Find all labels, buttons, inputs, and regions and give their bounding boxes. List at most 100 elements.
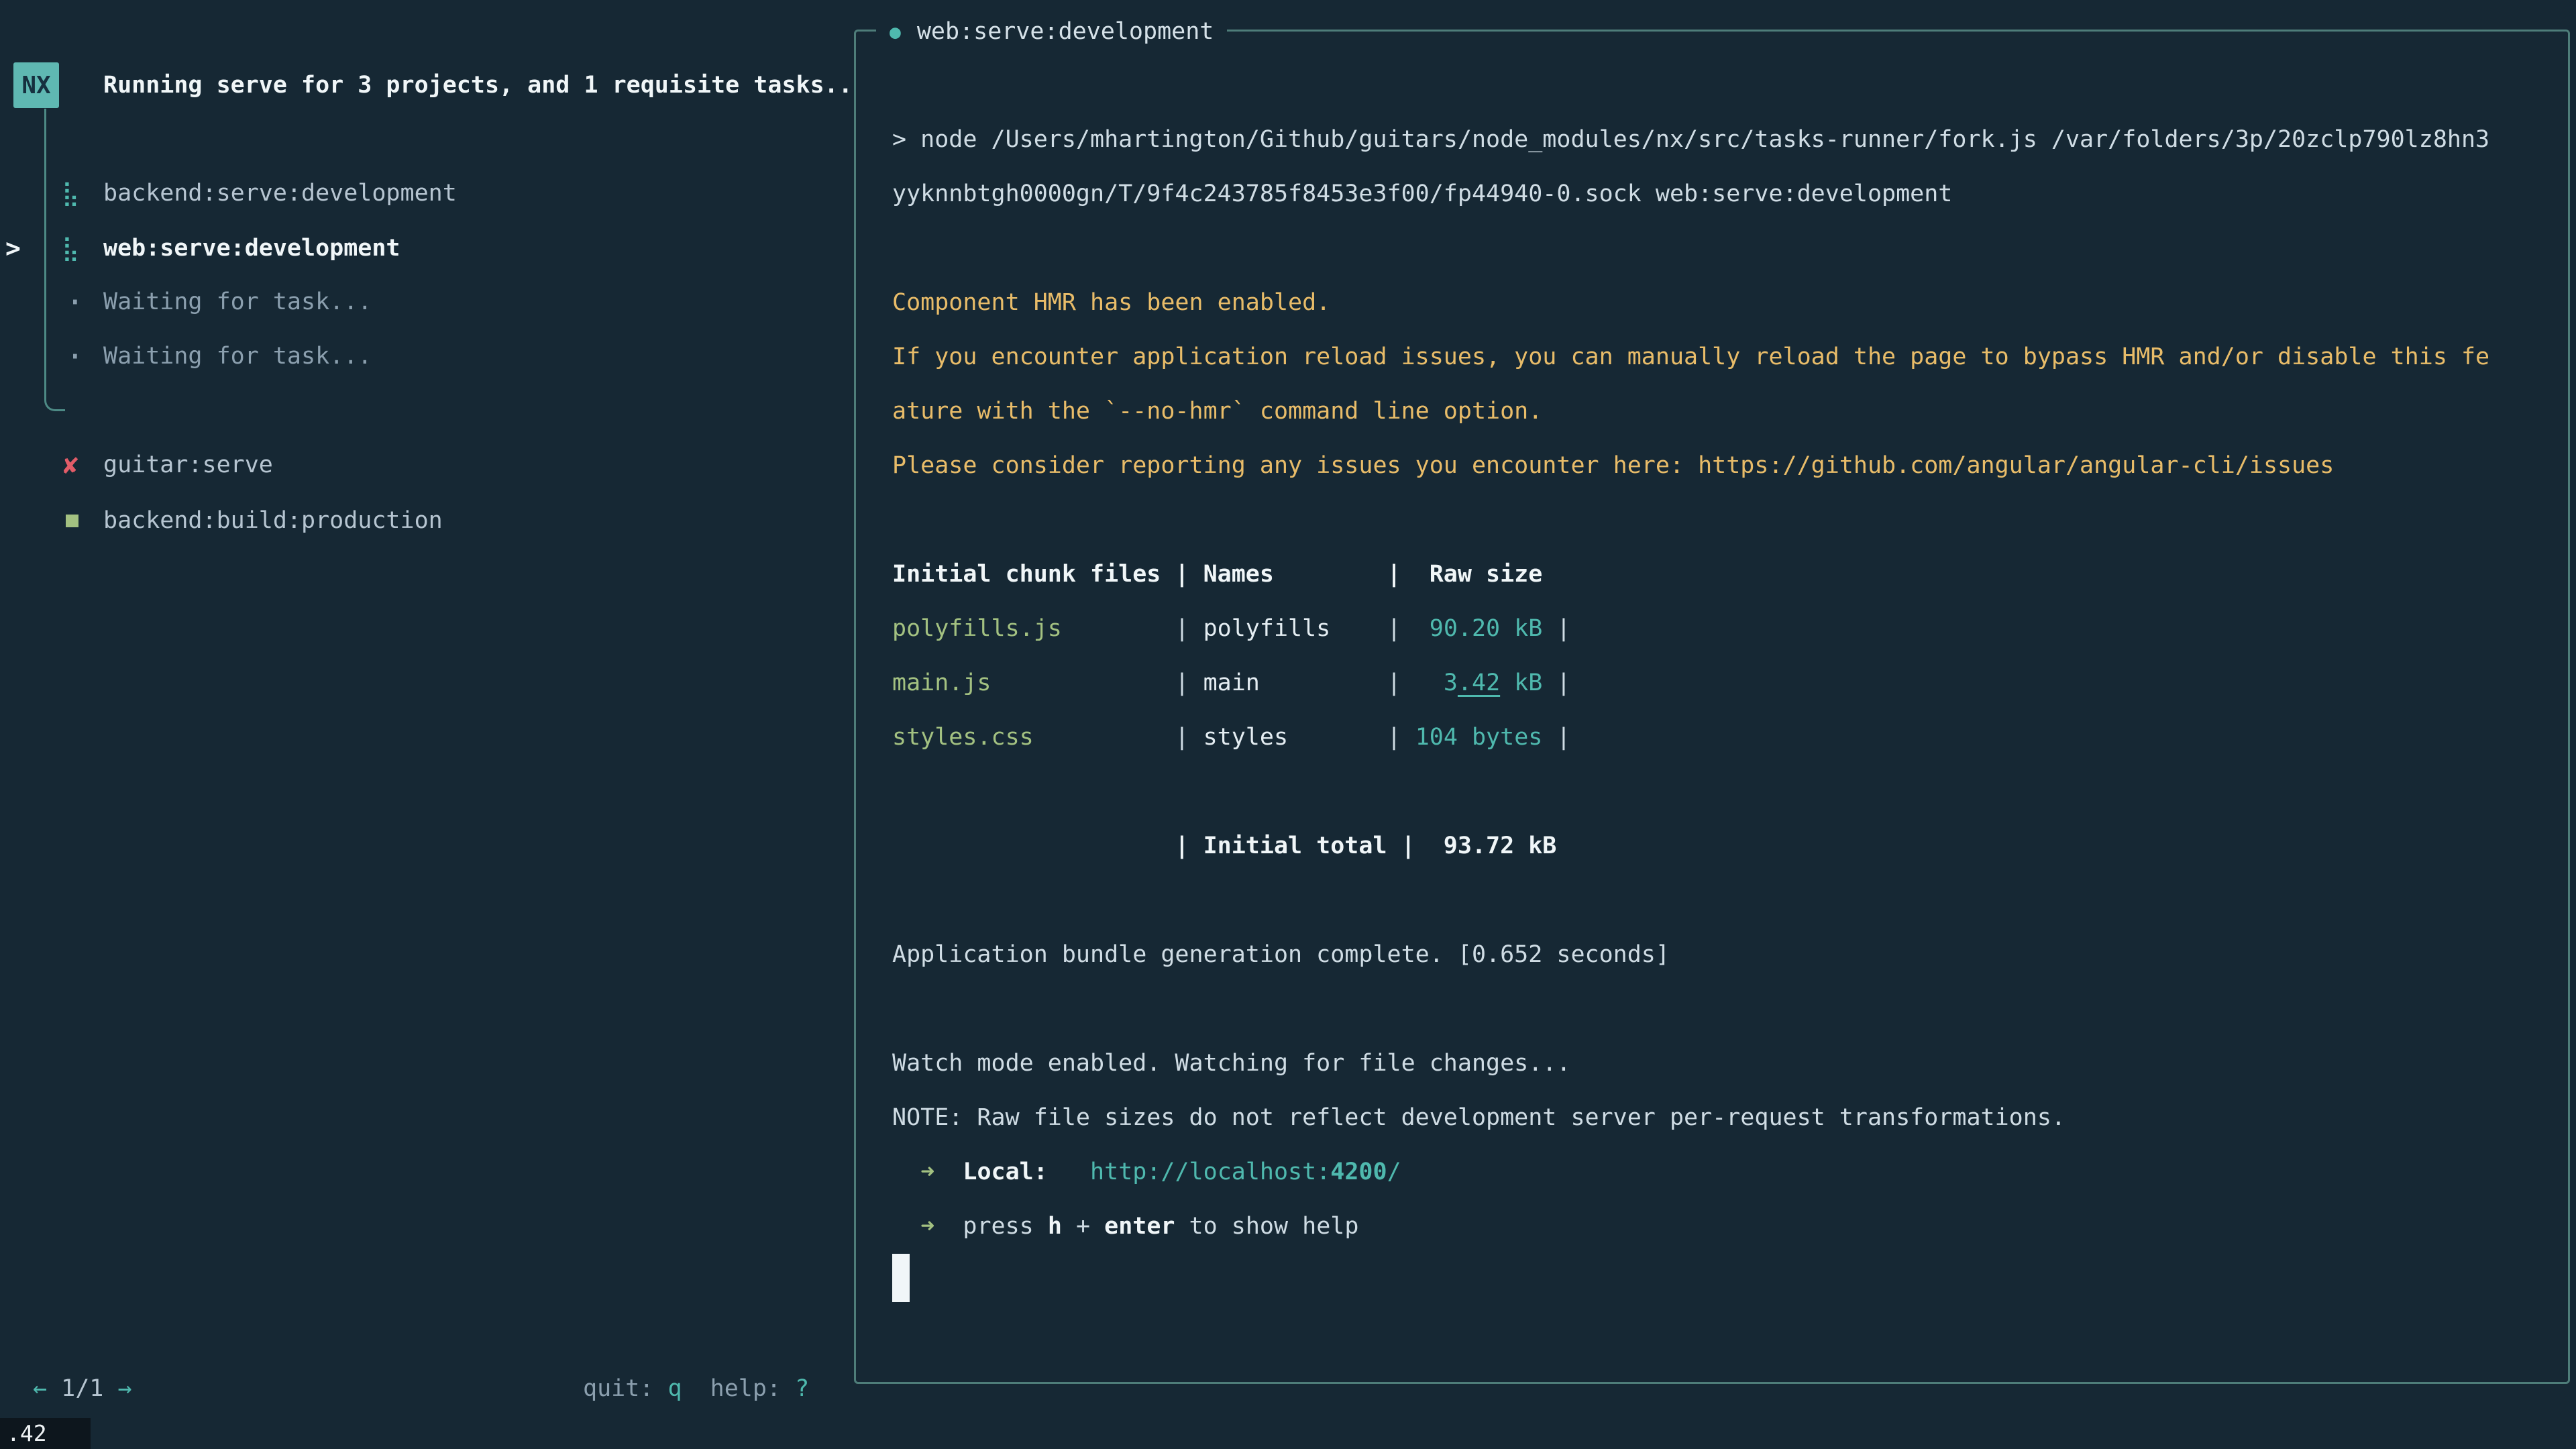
terminal-text-segment: 104 bytes [1415, 724, 1543, 751]
terminal-text-segment: If you encounter application reload issu… [892, 343, 2489, 370]
terminal-text-segment: to show help [1175, 1213, 1358, 1240]
terminal-panel: ● web:serve:development > node /Users/mh… [854, 30, 2570, 1384]
spinner-icon: ⣧ [62, 166, 94, 221]
terminal-text-segment: press [963, 1213, 1047, 1240]
task-row-web-serve-development[interactable]: ⣧web:serve:development [0, 221, 818, 276]
terminal-text-segment [1288, 724, 1387, 751]
terminal-text-segment: polyfills [1203, 615, 1331, 642]
terminal-text-segment: yyknnbtgh0000gn/T/9f4c243785f8453e3f00/f… [892, 180, 1952, 207]
help-key: ? [795, 1375, 809, 1402]
terminal-line: ➜ Local: http://localhost:4200/ [892, 1145, 2563, 1199]
terminal-text-segment: | [1387, 724, 1415, 751]
success-square-icon [66, 515, 78, 527]
status-dot-icon: ● [890, 21, 901, 43]
terminal-text-segment: .42 [1458, 669, 1500, 696]
sidebar-header-title: Running serve for 3 projects, and 1 requ… [103, 62, 853, 108]
terminal-line: ature with the `--no-hmr` command line o… [892, 384, 2563, 439]
help-bar: quit: q help: ? [583, 1362, 809, 1416]
terminal-text-segment [892, 1213, 920, 1240]
nx-tui-screen: NX Running serve for 3 projects, and 1 r… [0, 0, 2576, 1449]
task-row-waiting-for-task[interactable]: ·Waiting for task... [0, 329, 818, 384]
terminal-text-segment [934, 1159, 963, 1185]
terminal-line [892, 982, 2563, 1036]
terminal-text-segment: | [1387, 615, 1430, 642]
terminal-text-segment [1048, 1159, 1090, 1185]
terminal-line: Application bundle generation complete. … [892, 928, 2563, 982]
terminal-line [892, 221, 2563, 276]
pager: ← 1/1 → [33, 1362, 132, 1416]
terminal-text-segment: kB [1500, 669, 1542, 696]
terminal-text-segment [934, 1213, 963, 1240]
arrow-icon: ➜ [920, 1213, 934, 1240]
terminal-text-segment: > node /Users/mhartington/Github/guitars… [892, 126, 2489, 153]
terminal-text-segment: | [1034, 724, 1203, 751]
panel-title: ● web:serve:development [876, 13, 1227, 50]
local-url-slash[interactable]: / [1387, 1159, 1401, 1185]
task-row-backend-build-production[interactable]: backend:build:production [0, 494, 818, 548]
task-label: backend:serve:development [103, 166, 457, 221]
terminal-text-segment: main [1203, 669, 1260, 696]
terminal-text-segment: + [1062, 1213, 1104, 1240]
terminal-line: Please consider reporting any issues you… [892, 439, 2563, 493]
terminal-line: > node /Users/mhartington/Github/guitars… [892, 113, 2563, 167]
panel-title-text: web:serve:development [917, 18, 1214, 45]
terminal-text-segment: enter [1104, 1213, 1175, 1240]
terminal-text-segment: | [991, 669, 1203, 696]
waiting-dot-icon: · [66, 275, 98, 329]
quit-key: q [667, 1375, 682, 1402]
terminal-text-segment: 3 [1444, 669, 1458, 696]
terminal-text-segment: | [1542, 615, 1570, 642]
task-label: backend:build:production [103, 494, 443, 548]
terminal-text-segment: styles.css [892, 724, 1034, 751]
terminal-text-segment: | [1542, 669, 1570, 696]
local-url-port[interactable]: 4200 [1330, 1159, 1387, 1185]
terminal-text-segment: 90.20 kB [1430, 615, 1543, 642]
quit-label: quit: [583, 1375, 667, 1402]
terminal-text-segment [1330, 615, 1387, 642]
task-label: guitar:serve [103, 438, 273, 492]
terminal-line: NOTE: Raw file sizes do not reflect deve… [892, 1091, 2563, 1145]
terminal-line: If you encounter application reload issu… [892, 330, 2563, 384]
terminal-text-segment: | [1387, 669, 1444, 696]
spinner-icon: ⣧ [62, 221, 94, 276]
task-label: Waiting for task... [103, 275, 372, 329]
terminal-line: yyknnbtgh0000gn/T/9f4c243785f8453e3f00/f… [892, 167, 2563, 221]
task-label: Waiting for task... [103, 329, 372, 384]
terminal-line: Initial chunk files | Names | Raw size [892, 547, 2563, 602]
task-label: web:serve:development [103, 221, 400, 276]
terminal-line [892, 493, 2563, 547]
terminal-text-segment: NOTE: Raw file sizes do not reflect deve… [892, 1104, 2065, 1131]
terminal-line [892, 765, 2563, 819]
terminal-line: polyfills.js | polyfills | 90.20 kB | [892, 602, 2563, 656]
waiting-dot-icon: · [66, 329, 98, 384]
terminal-line: | Initial total | 93.72 kB [892, 819, 2563, 873]
terminal-text-segment: ature with the `--no-hmr` command line o… [892, 398, 1542, 425]
nx-logo: NX [13, 62, 59, 108]
help-label: help: [682, 1375, 796, 1402]
task-row-guitar-serve[interactable]: ✘guitar:serve [0, 438, 818, 492]
terminal-line: Component HMR has been enabled. [892, 276, 2563, 330]
terminal-text-segment: | [1062, 615, 1203, 642]
overlay-badge: .42 [0, 1418, 91, 1449]
arrow-icon: ➜ [920, 1159, 934, 1185]
terminal-text-segment: Please consider reporting any issues you… [892, 452, 2334, 479]
pager-next-icon[interactable]: → [103, 1375, 131, 1402]
terminal-text-segment: Local: [963, 1159, 1047, 1185]
task-row-waiting-for-task[interactable]: ·Waiting for task... [0, 275, 818, 329]
terminal-text-segment: main.js [892, 669, 991, 696]
terminal-text-segment: styles [1203, 724, 1288, 751]
terminal-line [892, 873, 2563, 928]
terminal-text-segment: h [1048, 1213, 1062, 1240]
text-cursor [892, 1254, 910, 1302]
pager-prev-icon[interactable]: ← [33, 1375, 61, 1402]
terminal-text-segment: | [1542, 724, 1570, 751]
terminal-text-segment: Watch mode enabled. Watching for file ch… [892, 1050, 1570, 1077]
task-row-backend-serve-development[interactable]: ⣧backend:serve:development [0, 166, 818, 221]
pager-label: 1/1 [61, 1375, 103, 1402]
local-url[interactable]: http://localhost: [1090, 1159, 1330, 1185]
terminal-line [892, 1254, 2563, 1308]
terminal-text-segment: Initial chunk files | Names | Raw size [892, 561, 1542, 588]
terminal-line: main.js | main | 3.42 kB | [892, 656, 2563, 710]
terminal-output[interactable]: > node /Users/mhartington/Github/guitars… [892, 113, 2563, 1308]
terminal-text-segment: Component HMR has been enabled. [892, 289, 1330, 316]
